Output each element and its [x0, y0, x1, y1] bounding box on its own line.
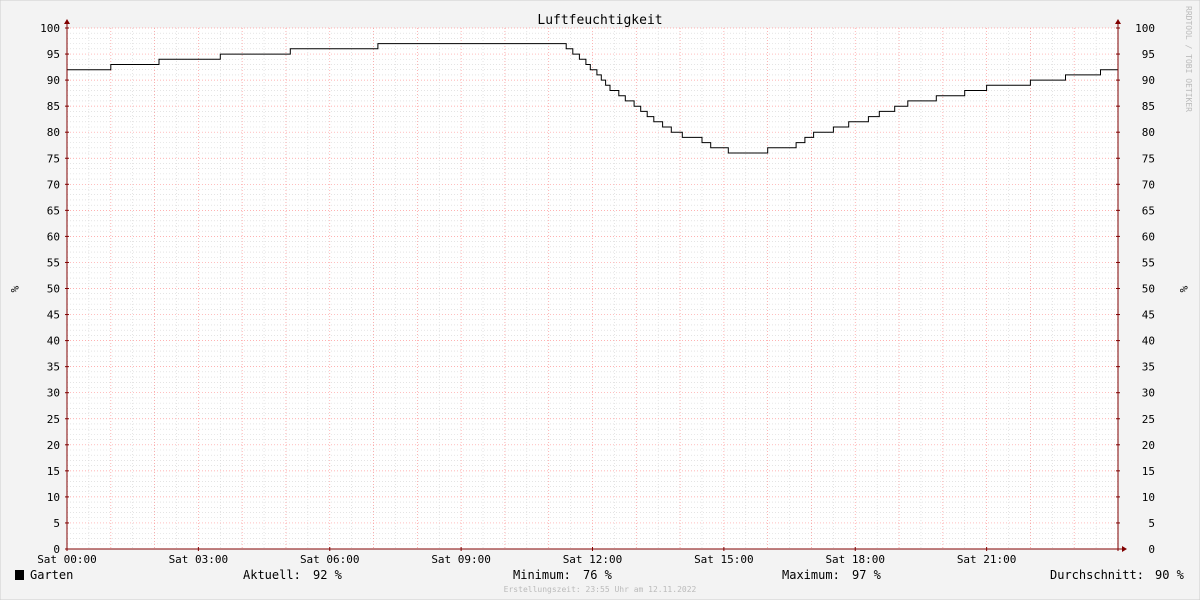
y-tick-label-left: 10 [47, 491, 60, 504]
y-tick-label-left: 80 [47, 126, 60, 139]
y-tick-label-left: 100 [40, 22, 60, 35]
y-tick-label-right: 60 [1142, 230, 1155, 243]
x-tick-label: Sat 06:00 [300, 553, 360, 566]
y-tick-label-left: 85 [47, 100, 60, 113]
maximum-label: Maximum: [782, 568, 840, 582]
y-tick-label-left: 65 [47, 204, 60, 217]
y-tick-label-right: 100 [1135, 22, 1155, 35]
x-tick-label: Sat 15:00 [694, 553, 754, 566]
y-tick-label-right: 15 [1142, 465, 1155, 478]
current-value: 92 % [313, 568, 343, 582]
y-tick-label-left: 5 [53, 517, 60, 530]
y-tick-label-right: 65 [1142, 204, 1155, 217]
y-tick-label-right: 40 [1142, 335, 1155, 348]
y-tick-label-right: 5 [1148, 517, 1155, 530]
minimum-value: 76 % [583, 568, 613, 582]
y-tick-label-right: 35 [1142, 361, 1155, 374]
humidity-graph: 0 05 510 1015 1520 2025 2530 3035 3540 4045 4550 50… [0, 0, 1200, 600]
y-tick-label-right: 85 [1142, 100, 1155, 113]
y-tick-label-left: 90 [47, 74, 60, 87]
x-tick-label: Sat 00:00 [37, 553, 97, 566]
y-tick-label-left: 95 [47, 48, 60, 61]
y-axis-label-right: % [1177, 286, 1190, 293]
y-tick-label-right: 0 [1148, 543, 1155, 556]
y-tick-label-right: 70 [1142, 178, 1155, 191]
x-tick-label: Sat 18:00 [825, 553, 885, 566]
y-tick-label-left: 15 [47, 465, 60, 478]
y-tick-label-right: 50 [1142, 283, 1155, 296]
legend-swatch [15, 570, 24, 580]
y-tick-label-right: 90 [1142, 74, 1155, 87]
y-tick-label-right: 30 [1142, 387, 1155, 400]
y-tick-label-right: 95 [1142, 48, 1155, 61]
legend-series-name: Garten [30, 568, 73, 582]
maximum-value: 97 % [852, 568, 882, 582]
y-tick-label-left: 55 [47, 256, 60, 269]
x-tick-label: Sat 09:00 [431, 553, 491, 566]
y-tick-label-right: 25 [1142, 413, 1155, 426]
y-tick-label-left: 50 [47, 283, 60, 296]
x-tick-label: Sat 12:00 [563, 553, 623, 566]
y-tick-label-left: 45 [47, 309, 60, 322]
y-tick-label-left: 60 [47, 230, 60, 243]
y-axis-label-left: % [8, 286, 21, 293]
creation-time-footer: Erstellungszeit: 23:55 Uhr am 12.11.2022 [504, 585, 697, 594]
y-tick-label-right: 55 [1142, 256, 1155, 269]
rrdtool-watermark: RRDTOOL / TOBI OETIKER [1184, 6, 1193, 112]
x-tick-label: Sat 21:00 [957, 553, 1017, 566]
x-tick-label: Sat 03:00 [169, 553, 229, 566]
y-tick-label-left: 25 [47, 413, 60, 426]
average-label: Durchschnitt: [1050, 568, 1144, 582]
legend: Garten [15, 568, 73, 582]
average-value: 90 % [1155, 568, 1185, 582]
y-tick-label-right: 80 [1142, 126, 1155, 139]
y-tick-label-right: 45 [1142, 309, 1155, 322]
current-label: Aktuell: [243, 568, 301, 582]
chart-title: Luftfeuchtigkeit [537, 13, 662, 28]
y-tick-label-right: 10 [1142, 491, 1155, 504]
y-tick-label-left: 30 [47, 387, 60, 400]
y-tick-label-right: 20 [1142, 439, 1155, 452]
y-tick-label-left: 70 [47, 178, 60, 191]
y-tick-label-left: 35 [47, 361, 60, 374]
minimum-label: Minimum: [513, 568, 571, 582]
y-tick-label-left: 40 [47, 335, 60, 348]
y-tick-label-left: 20 [47, 439, 60, 452]
y-tick-label-right: 75 [1142, 152, 1155, 165]
y-tick-label-left: 75 [47, 152, 60, 165]
